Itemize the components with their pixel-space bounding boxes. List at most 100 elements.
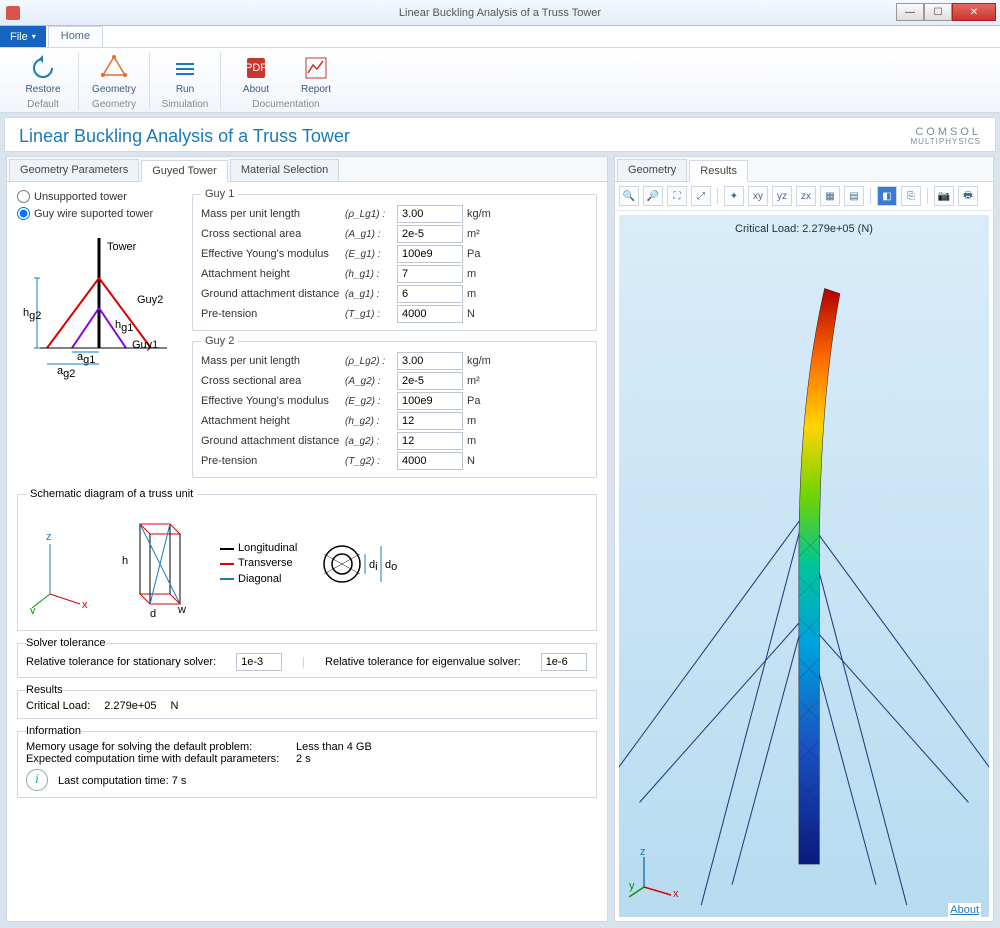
results-cl-label: Critical Load: [26,700,90,712]
run-button[interactable]: Run [160,52,210,97]
ribbon: Restore Default Geometry Geometry Run Si… [0,48,1000,113]
guy1-ym-unit: Pa [467,248,497,260]
restore-button[interactable]: Restore [18,52,68,97]
zoom-box-icon[interactable]: ⛶ [667,186,687,206]
tab-material[interactable]: Material Selection [230,159,339,181]
viewport-triad-icon: z x y [629,849,679,899]
window-controls [896,3,996,21]
guy1-area-input[interactable] [397,225,463,243]
view-xy-icon[interactable]: xy [748,186,768,206]
info-legend: Information [26,725,81,737]
guy2-ah-input[interactable] [397,412,463,430]
solver-eig-input[interactable] [541,653,587,671]
guy1-gd-input[interactable] [397,285,463,303]
guy2-legend: Guy 2 [201,335,238,347]
zoom-extents-icon[interactable]: ⤢ [691,186,711,206]
geometry-label: Geometry [92,84,136,95]
guy2-mass-sym: (ρ_Lg2) : [345,356,393,367]
guy2-area-sym: (A_g2) : [345,376,393,387]
group-label-default: Default [27,99,59,110]
guy2-pt-input[interactable] [397,452,463,470]
legend-longitudinal: Longitudinal [238,541,297,556]
tab-geometry-params[interactable]: Geometry Parameters [9,159,139,181]
tab-geometry-view[interactable]: Geometry [617,159,687,181]
print-icon[interactable]: 🖶 [958,186,978,206]
tower-diagram: Tower Guy2 Guy1 hg2 hg1 a [17,228,182,398]
guy2-fieldset: Guy 2 Mass per unit length(ρ_Lg2) :kg/m … [192,335,597,478]
guy1-ym-input[interactable] [397,245,463,263]
guy2-ym-unit: Pa [467,395,497,407]
axes-triad-icon: z x y [30,514,90,614]
guy2-gd-input[interactable] [397,432,463,450]
tab-home[interactable]: Home [48,26,103,47]
file-menu[interactable]: File [0,26,46,47]
about-link[interactable]: About [948,903,981,917]
info-fieldset: Information Memory usage for solving the… [17,725,597,798]
guy2-ym-label: Effective Young's modulus [201,395,341,407]
select-icon[interactable]: ◧ [877,186,897,206]
guy1-ah-input[interactable] [397,265,463,283]
guy1-pt-input[interactable] [397,305,463,323]
guy2-ym-input[interactable] [397,392,463,410]
svg-text:h: h [122,555,128,567]
copy-icon[interactable]: ⎘ [901,186,921,206]
viewport-critical-load: Critical Load: 2.279e+05 (N) [735,223,873,235]
svg-text:hg1: hg1 [115,319,133,334]
view-scene-icon[interactable]: ▤ [844,186,864,206]
guy2-ah-unit: m [467,415,497,427]
viewport-toolbar: 🔍 🔎 ⛶ ⤢ ✦ xy yz zx ▦ ▤ ◧ ⎘ 📷 🖶 [615,182,993,211]
view-grid-icon[interactable]: ▦ [820,186,840,206]
guy1-pt-unit: N [467,308,497,320]
guy1-legend: Guy 1 [201,188,238,200]
guy1-area-unit: m² [467,228,497,240]
guy2-gd-sym: (a_g2) : [345,436,393,447]
diagram-tower-label: Tower [107,241,137,253]
solver-stat-input[interactable] [236,653,282,671]
zoom-in-icon[interactable]: 🔍 [619,186,639,206]
logo-line2: MULTIPHYSICS [910,138,981,146]
solver-legend: Solver tolerance [26,637,106,649]
radio-guyed-label: Guy wire suported tower [34,208,153,220]
guy2-pt-label: Pre-tension [201,455,341,467]
guy2-gd-label: Ground attachment distance [201,435,341,447]
results-viewport[interactable]: Critical Load: 2.279e+05 (N) [619,215,989,917]
restore-label: Restore [25,84,60,95]
guy1-ah-unit: m [467,268,497,280]
guy2-area-input[interactable] [397,372,463,390]
about-button[interactable]: PDF About [231,52,281,97]
maximize-button[interactable] [924,3,952,21]
guy1-pt-label: Pre-tension [201,308,341,320]
radio-unsupported[interactable]: Unsupported tower [17,188,182,205]
tab-guyed-tower[interactable]: Guyed Tower [141,160,228,182]
guy1-mass-input[interactable] [397,205,463,223]
info-time-value: 2 s [296,753,311,765]
guy1-mass-sym: (ρ_Lg1) : [345,209,393,220]
report-button[interactable]: Report [291,52,341,97]
guy2-mass-label: Mass per unit length [201,355,341,367]
close-button[interactable] [952,3,996,21]
about-label: About [243,84,269,95]
report-icon [302,54,330,82]
minimize-button[interactable] [896,3,924,21]
geometry-button[interactable]: Geometry [89,52,139,97]
view-yz-icon[interactable]: yz [772,186,792,206]
zoom-out-icon[interactable]: 🔎 [643,186,663,206]
guy1-ym-sym: (E_g1) : [345,249,393,260]
tab-results-view[interactable]: Results [689,160,748,182]
view-default-icon[interactable]: ✦ [724,186,744,206]
ribbon-group-doc: PDF About Report Documentation [221,52,351,110]
radio-guyed[interactable]: Guy wire suported tower [17,205,182,222]
page-title: Linear Buckling Analysis of a Truss Towe… [19,126,350,147]
solver-fieldset: Solver tolerance Relative tolerance for … [17,637,597,678]
svg-text:Guy2: Guy2 [137,294,163,306]
snapshot-icon[interactable]: 📷 [934,186,954,206]
radio-unsupported-input[interactable] [17,190,30,203]
left-tabs: Geometry Parameters Guyed Tower Material… [7,157,607,182]
svg-text:do: do [385,559,397,573]
window-titlebar: Linear Buckling Analysis of a Truss Towe… [0,0,1000,26]
guy2-mass-input[interactable] [397,352,463,370]
guy1-mass-unit: kg/m [467,208,497,220]
radio-guyed-input[interactable] [17,207,30,220]
info-mem-label: Memory usage for solving the default pro… [26,741,286,753]
view-zx-icon[interactable]: zx [796,186,816,206]
